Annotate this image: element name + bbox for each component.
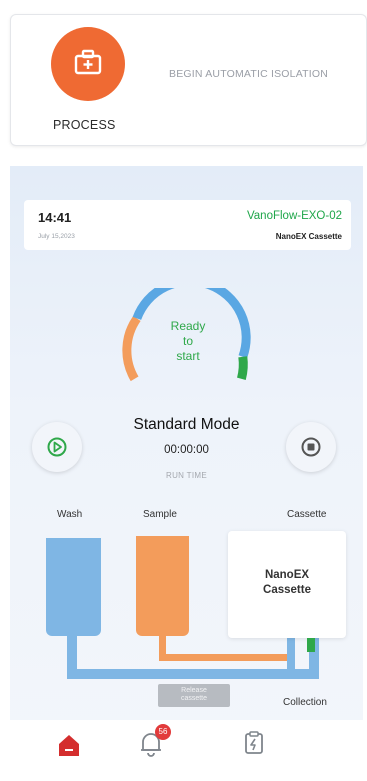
release-cassette-button[interactable]: Release cassette xyxy=(158,684,230,707)
gauge-green-arc xyxy=(237,356,248,380)
mode-label: Standard Mode xyxy=(133,416,240,433)
cassette-name-line-1: NanoEX xyxy=(264,569,310,581)
cassette-card: NanoEX Cassette xyxy=(228,531,346,638)
device-screen: 14:41 VanoFlow-EXO-02 July 15,2023 NanoE… xyxy=(10,166,363,781)
cassette-label: Cassette xyxy=(287,509,327,520)
release-line-2: cassette xyxy=(180,695,208,702)
process-label: PROCESS xyxy=(53,118,116,132)
process-card[interactable]: PROCESS BEGIN AUTOMATIC ISOLATION xyxy=(10,14,367,146)
date-label: July 15,2023 xyxy=(38,233,75,240)
run-timer: 00:00:00 xyxy=(164,444,209,456)
gauge-line-3: start xyxy=(176,349,200,363)
sample-tank xyxy=(136,536,189,636)
cassette-pipe xyxy=(287,636,295,676)
gauge-status-text: Ready to start xyxy=(158,319,218,364)
gauge-line-2: to xyxy=(182,334,193,348)
bottom-nav: 56 xyxy=(10,720,363,781)
gauge-orange-arc xyxy=(122,315,141,382)
collection-label: Collection xyxy=(283,697,327,708)
cassette-name: NanoEX Cassette xyxy=(228,568,346,598)
sample-pipe-horizontal xyxy=(159,654,287,661)
wash-tank xyxy=(46,538,101,636)
cassette-name-line-2: Cassette xyxy=(263,584,311,596)
gauge-line-1: Ready xyxy=(170,319,206,333)
device-name: VanoFlow-EXO-02 xyxy=(246,210,342,222)
status-card: 14:41 VanoFlow-EXO-02 July 15,2023 NanoE… xyxy=(24,200,351,250)
notification-badge: 56 xyxy=(155,724,171,740)
cassette-indicator xyxy=(307,638,315,652)
home-icon[interactable] xyxy=(57,732,81,758)
run-time-label: RUN TIME xyxy=(166,471,207,480)
first-aid-kit-icon xyxy=(74,49,102,75)
begin-isolation-label: BEGIN AUTOMATIC ISOLATION xyxy=(169,68,329,80)
release-line-1: Release xyxy=(181,687,207,694)
process-button[interactable] xyxy=(51,27,125,101)
wash-label: Wash xyxy=(57,509,83,520)
sample-label: Sample xyxy=(143,509,177,520)
wash-pipe-horizontal xyxy=(67,669,319,679)
clock-time: 14:41 xyxy=(38,210,72,225)
report-icon[interactable] xyxy=(244,731,264,755)
cassette-type-label: NanoEX Cassette xyxy=(275,232,342,241)
